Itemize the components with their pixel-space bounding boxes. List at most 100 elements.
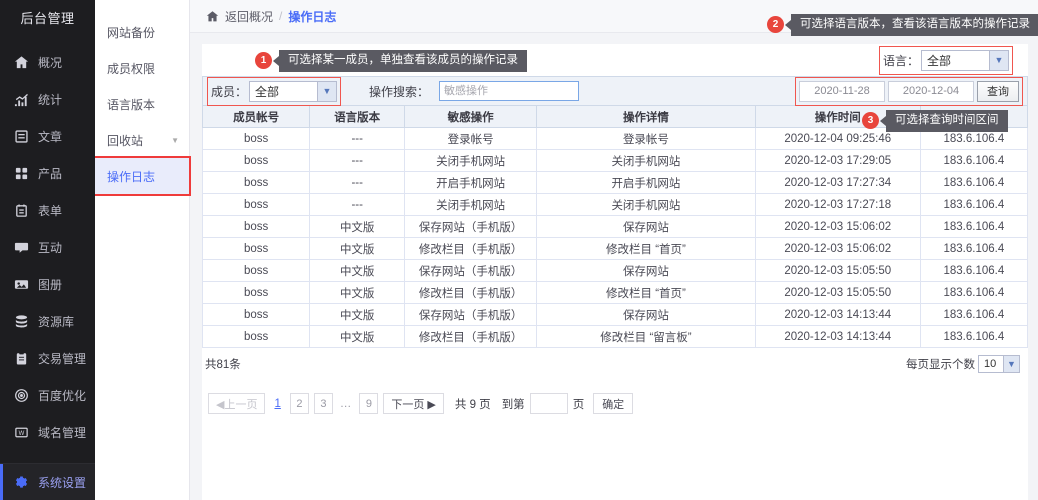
chat-icon: [13, 239, 30, 256]
cell-time: 2020-12-04 09:25:46: [754, 127, 921, 150]
table-row[interactable]: boss 中文版 修改栏目（手机版） 修改栏目 “留言板” 2020-12-03…: [201, 325, 1029, 348]
search-input[interactable]: [439, 81, 580, 101]
cell-account: boss: [201, 149, 311, 172]
table-row[interactable]: boss --- 开启手机网站 开启手机网站 2020-12-03 17:27:…: [201, 171, 1029, 194]
cell-language: 中文版: [309, 281, 406, 304]
submenu-item-recycle-bin[interactable]: 回收站 ▼: [95, 122, 189, 158]
sidebar-item-interaction[interactable]: 互动: [0, 229, 95, 266]
log-panel: 语言： 全部 ▼ 成员： 全部 ▼ 操作搜索： 敏感操作 2020-11-28 …: [201, 44, 1029, 500]
query-button[interactable]: 查询: [977, 80, 1019, 102]
total-pages-text: 共 9 页: [454, 398, 491, 411]
table-row[interactable]: boss --- 关闭手机网站 关闭手机网站 2020-12-03 17:27:…: [201, 193, 1029, 216]
chevron-down-icon: ▼: [171, 135, 179, 145]
member-select[interactable]: 全部 ▼: [249, 80, 338, 102]
cell-time: 2020-12-03 15:05:50: [754, 281, 921, 304]
jump-page-input[interactable]: [529, 393, 568, 414]
submenu-item-label: 操作日志: [107, 169, 156, 184]
form-icon: [13, 202, 30, 219]
cell-time: 2020-12-03 14:13:44: [754, 325, 921, 348]
sidebar-item-system-settings[interactable]: 系统设置: [0, 463, 95, 500]
table-header-cell: 成员帐号: [201, 105, 311, 128]
sidebar-item-label: 互动: [38, 241, 63, 255]
per-page-select[interactable]: 10 ▼: [978, 355, 1020, 373]
cell-time: 2020-12-03 15:05:50: [754, 259, 921, 282]
page-button-2[interactable]: 2: [289, 393, 309, 414]
home-icon: [13, 54, 30, 71]
sidebar-item-label: 概况: [38, 56, 63, 70]
article-icon: [13, 128, 30, 145]
cell-ip: 183.6.106.4: [919, 281, 1029, 304]
member-filter-label: 成员：: [211, 84, 248, 99]
cell-account: boss: [201, 193, 311, 216]
breadcrumb-back-link[interactable]: 返回概况: [225, 8, 273, 25]
table-header-cell: 语言版本: [309, 105, 406, 128]
sidebar-item-article[interactable]: 文章: [0, 118, 95, 155]
cell-time: 2020-12-03 17:27:34: [754, 171, 921, 194]
sidebar-item-form[interactable]: 表单: [0, 192, 95, 229]
sidebar-item-label: 产品: [38, 167, 63, 181]
submenu-item-member-permission[interactable]: 成员权限: [95, 50, 189, 86]
cell-ip: 183.6.106.4: [919, 171, 1029, 194]
sidebar-item-overview[interactable]: 概况: [0, 44, 95, 81]
admin-console: 后台管理 概况 统计 文章 产品 表单 互动 图册 资源库 交易管理 百度优化 …: [0, 0, 1038, 500]
sidebar-item-label: 百度优化: [38, 389, 87, 403]
page-button-3[interactable]: 3: [313, 393, 333, 414]
sidebar-item-statistics[interactable]: 统计: [0, 81, 95, 118]
jump-label: 到第: [501, 398, 525, 411]
table-row[interactable]: boss 中文版 保存网站（手机版） 保存网站 2020-12-03 15:06…: [201, 215, 1029, 238]
cell-language: 中文版: [309, 303, 406, 326]
cell-detail: 关闭手机网站: [536, 193, 756, 216]
prev-page-button[interactable]: ◀上一页: [208, 393, 266, 414]
sidebar-footer-label: 系统设置: [38, 475, 87, 490]
cell-detail: 保存网站: [536, 215, 756, 238]
submenu-item-site-backup[interactable]: 网站备份: [95, 14, 189, 50]
cell-account: boss: [201, 325, 311, 348]
table-header-cell: 操作详情: [536, 105, 756, 128]
chart-icon: [13, 91, 30, 108]
language-filter: 语言： 全部 ▼: [878, 45, 1014, 75]
sidebar-item-label: 资源库: [38, 315, 75, 329]
sidebar-item-resource-library[interactable]: 资源库: [0, 303, 95, 340]
cell-account: boss: [201, 303, 311, 326]
table-row[interactable]: boss --- 关闭手机网站 关闭手机网站 2020-12-03 17:29:…: [201, 149, 1029, 172]
next-page-button[interactable]: 下一页 ▶: [383, 393, 444, 414]
table-header-row: 成员帐号 语言版本 敏感操作 操作详情 操作时间 成员IP: [201, 105, 1029, 128]
cell-language: ---: [309, 171, 406, 194]
sidebar-item-label: 文章: [38, 130, 63, 144]
table-row[interactable]: boss 中文版 修改栏目（手机版） 修改栏目 “首页” 2020-12-03 …: [201, 237, 1029, 260]
language-select[interactable]: 全部 ▼: [921, 49, 1009, 71]
gallery-icon: [13, 276, 30, 293]
sidebar-item-domain[interactable]: W 域名管理: [0, 414, 95, 451]
submenu-item-language-version[interactable]: 语言版本: [95, 86, 189, 122]
confirm-jump-button[interactable]: 确定: [593, 393, 634, 414]
sidebar-item-product[interactable]: 产品: [0, 155, 95, 192]
submenu-item-operation-log[interactable]: 操作日志: [93, 156, 191, 196]
table-header-cell: 操作时间: [754, 105, 921, 128]
page-button-last[interactable]: 9: [359, 393, 379, 414]
sidebar-item-label: 图册: [38, 278, 63, 292]
table-body: boss --- 登录帐号 登录帐号 2020-12-04 09:25:46 1…: [201, 127, 1029, 348]
cell-detail: 开启手机网站: [536, 171, 756, 194]
per-page-value: 10: [984, 358, 997, 370]
cell-language: ---: [309, 193, 406, 216]
cell-detail: 保存网站: [536, 259, 756, 282]
table-row[interactable]: boss --- 登录帐号 登录帐号 2020-12-04 09:25:46 1…: [201, 127, 1029, 150]
table-row[interactable]: boss 中文版 保存网站（手机版） 保存网站 2020-12-03 14:13…: [201, 303, 1029, 326]
table-row[interactable]: boss 中文版 修改栏目（手机版） 修改栏目 “首页” 2020-12-03 …: [201, 281, 1029, 304]
date-end-input[interactable]: [888, 80, 974, 102]
date-range-group: 查询: [795, 76, 1023, 106]
sidebar-item-transaction[interactable]: 交易管理: [0, 340, 95, 377]
cell-operation: 关闭手机网站: [404, 193, 538, 216]
sidebar-item-gallery[interactable]: 图册: [0, 266, 95, 303]
chevron-down-icon: ▼: [317, 81, 337, 101]
table-row[interactable]: boss 中文版 保存网站（手机版） 保存网站 2020-12-03 15:05…: [201, 259, 1029, 282]
sidebar-item-label: 表单: [38, 204, 63, 218]
sidebar-item-label: 统计: [38, 93, 63, 107]
page-button-1[interactable]: 1: [270, 398, 284, 410]
submenu-item-label: 回收站: [107, 133, 144, 148]
sidebar-item-baidu-seo[interactable]: 百度优化: [0, 377, 95, 414]
breadcrumb-separator: /: [279, 9, 283, 23]
sidebar-title: 后台管理: [20, 11, 75, 26]
date-start-input[interactable]: [799, 80, 885, 102]
breadcrumb-current[interactable]: 操作日志: [288, 8, 336, 25]
